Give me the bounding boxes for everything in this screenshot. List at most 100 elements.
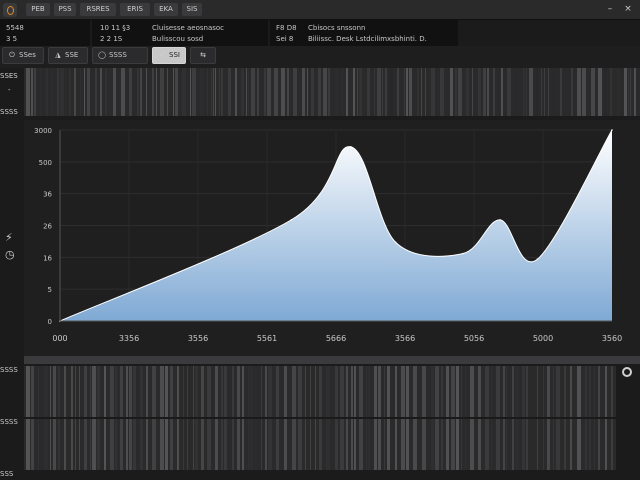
- info-middle-val-1: Cluisesse aeosnasoc: [152, 24, 225, 32]
- track-stripe: [553, 68, 555, 116]
- toolbar-button-power[interactable]: ⏻ SSes: [2, 47, 44, 64]
- track-stripe: [219, 68, 220, 116]
- check-icon: ✓: [159, 51, 165, 59]
- timeline-ruler[interactable]: [24, 356, 640, 364]
- menu-item-2[interactable]: PSS: [54, 3, 76, 16]
- track-stripe: [84, 68, 85, 116]
- minimize-icon[interactable]: –: [604, 3, 616, 15]
- track-stripe: [137, 68, 139, 116]
- track-stripe: [342, 68, 343, 116]
- y-tick-label: 26: [43, 223, 52, 231]
- track-stripe: [287, 68, 289, 116]
- track-stripe: [274, 68, 278, 116]
- track-stripe: [40, 68, 41, 116]
- menu-item-5[interactable]: EKA: [154, 3, 178, 16]
- close-icon[interactable]: ×: [622, 3, 634, 15]
- track-stripe: [541, 68, 542, 116]
- data-point: [350, 146, 352, 148]
- y-tick-label: 3000: [34, 127, 52, 135]
- track-stripe: [617, 68, 620, 116]
- app-logo-icon[interactable]: [3, 3, 17, 17]
- track-stripe: [152, 68, 154, 116]
- circle-icon: ◯: [98, 51, 106, 59]
- toolbar-button-check[interactable]: ✓ SSI: [152, 47, 186, 64]
- track-stripe: [190, 68, 191, 116]
- info-middle-key-2: 2 2 1S: [100, 35, 123, 43]
- track-stripe: [69, 68, 71, 116]
- shape-icon: ◮: [55, 51, 61, 59]
- info-right-val-1: Cbisocs snssonn: [308, 24, 366, 32]
- toolbar-button-swap[interactable]: ⇆: [190, 47, 216, 64]
- track-stripe: [307, 68, 308, 116]
- scroll-handle[interactable]: [622, 367, 632, 377]
- track-stripe: [46, 68, 48, 116]
- track-stripe: [302, 68, 305, 116]
- track-stripe: [440, 68, 444, 116]
- track-stripe: [389, 68, 393, 116]
- track-stripe: [382, 68, 383, 116]
- toolbar-button-shape[interactable]: ◮ SSE: [48, 47, 88, 64]
- track-stripe: [374, 68, 375, 116]
- toolbar-button-circle[interactable]: ◯ SSSS: [92, 47, 148, 64]
- track-stripe: [221, 68, 223, 116]
- x-tick-label: 3566: [395, 334, 415, 343]
- y-tick-label: 36: [43, 191, 52, 199]
- toolbar-button-label: SSI: [169, 51, 180, 59]
- track-stripe: [335, 68, 338, 116]
- track-stripe: [466, 68, 469, 116]
- data-point: [290, 219, 293, 221]
- track-stripe: [624, 68, 627, 116]
- track-stripe: [211, 68, 212, 116]
- track-stripe: [404, 68, 405, 116]
- track-stripe: [478, 68, 481, 116]
- track-stripe: [129, 68, 132, 116]
- data-point: [536, 258, 539, 261]
- detail-track-stripes: [24, 366, 616, 470]
- data-point: [394, 241, 397, 244]
- track-stripe: [121, 68, 125, 116]
- detail-track[interactable]: [24, 366, 616, 470]
- info-left-line-2: 3 5: [6, 35, 18, 43]
- x-tick-label: 5561: [257, 334, 277, 343]
- y-tick-label: 500: [39, 159, 52, 167]
- track-stripe: [450, 68, 453, 116]
- track-stripe: [498, 68, 500, 116]
- info-right-val-2: Biliissc. Desk Lstdcilimxsbhinti. D.: [308, 35, 427, 43]
- track-stripe: [215, 68, 216, 116]
- track-stripe: [192, 68, 196, 116]
- title-bar: PEB PSS RSRES ERIS EKA SIS – ×: [0, 0, 640, 20]
- x-tick-label: 3356: [119, 334, 139, 343]
- track-stripe: [526, 68, 527, 116]
- track-stripe: [397, 68, 399, 116]
- track-stripe: [140, 68, 142, 116]
- track-stripe: [51, 68, 53, 116]
- x-tick-label: 5000: [533, 334, 553, 343]
- track-stripe: [385, 68, 387, 116]
- track-stripe: [472, 68, 473, 116]
- menu-item-3[interactable]: RSRES: [80, 3, 116, 16]
- track-stripe: [536, 68, 538, 116]
- y-tick-label: 16: [43, 254, 52, 262]
- track-stripe: [80, 68, 81, 116]
- track-stripe: [228, 68, 231, 116]
- track-stripe: [353, 68, 355, 116]
- track-stripe: [598, 68, 602, 116]
- track-stripe: [95, 68, 97, 116]
- track-stripe: [113, 68, 116, 116]
- track-stripe: [281, 68, 285, 116]
- track-stripe: [417, 68, 419, 116]
- menu-item-6[interactable]: SIS: [182, 3, 202, 16]
- track-stripe: [267, 68, 271, 116]
- track-stripe: [487, 68, 489, 116]
- track-stripe: [156, 68, 157, 116]
- menu-item-4[interactable]: ERIS: [120, 3, 150, 16]
- menu-item-1[interactable]: PEB: [26, 3, 50, 16]
- track-stripe: [634, 68, 636, 116]
- overview-track[interactable]: [24, 68, 640, 116]
- track-stripe: [377, 68, 381, 116]
- track-stripe: [529, 68, 533, 116]
- track-stripe: [213, 68, 214, 116]
- y-tick-label: 5: [48, 286, 52, 294]
- track-stripe: [571, 68, 573, 116]
- bottom-label-2: SSSS: [0, 418, 18, 426]
